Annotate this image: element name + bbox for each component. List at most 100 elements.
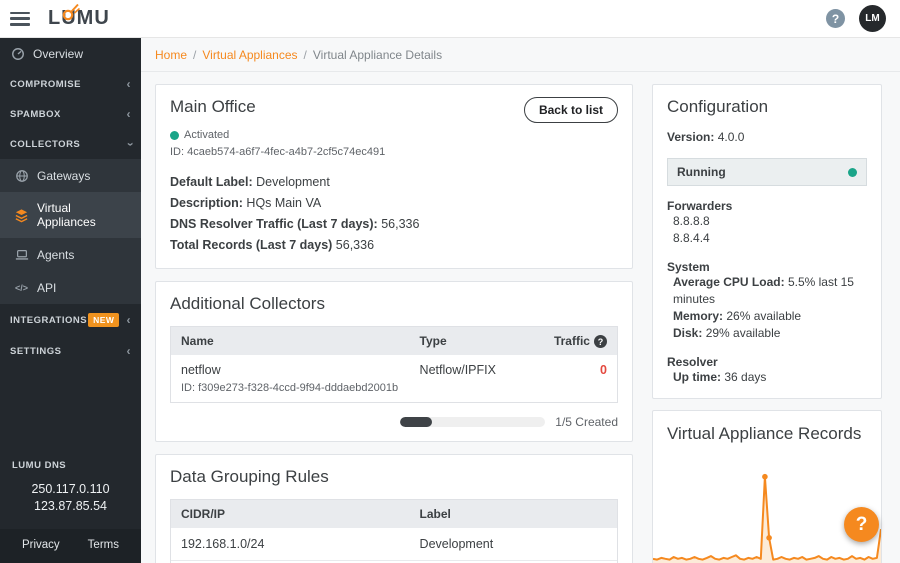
metric-label: Memory: [673,309,724,323]
field-description: Description: HQs Main VA [170,193,618,214]
chevron-left-icon: ‹ [126,77,131,91]
collector-row-netflow[interactable]: netflow ID: f309e273-f328-4ccd-9f94-ddda… [171,355,617,403]
breadcrumb-home[interactable]: Home [155,48,187,62]
column-label: Label [419,507,451,522]
forwarders-group: Forwarders 8.8.8.8 8.8.4.4 [667,199,867,247]
collector-type: Netflow/IPFIX [419,363,496,378]
sidebar-section-compromise[interactable]: COMPROMISE ‹ [0,69,141,99]
back-to-list-button[interactable]: Back to list [523,97,618,123]
system-cpu: Average CPU Load: 5.5% last 15 minutes [667,274,867,308]
forwarder-ip: 8.8.8.8 [673,214,710,228]
collectors-progress-label: 1/5 Created [555,415,618,430]
resolver-group: Resolver Up time: 36 days [667,355,867,386]
sidebar-footer: Privacy Terms [0,529,141,563]
field-dns-resolver-traffic: DNS Resolver Traffic (Last 7 days): 56,3… [170,214,618,235]
collectors-progress-bar [400,417,546,428]
chevron-down-icon: ‹ [121,141,136,147]
dns-ip-primary: 250.117.0.110 [31,482,110,496]
system-group: System Average CPU Load: 5.5% last 15 mi… [667,260,867,342]
version-value: 4.0.0 [717,130,745,144]
sidebar-section-spambox[interactable]: SPAMBOX ‹ [0,99,141,129]
sidebar-item-label: API [37,280,57,295]
resolver-title: Resolver [667,355,718,369]
field-label: Default Label: [170,175,253,189]
sidebar-section-settings[interactable]: SETTINGS ‹ [0,336,141,366]
sidebar-item-agents[interactable]: Agents [0,238,141,271]
chevron-left-icon: ‹ [126,107,131,121]
column-cidr: CIDR/IP [181,507,226,522]
traffic-help-icon[interactable]: ? [593,335,607,349]
hamburger-menu-icon[interactable] [10,11,30,26]
dns-ip-secondary: 123.87.85.54 [34,499,107,513]
collectors-submenu: Gateways Virtual Appliances Agents </> A… [0,159,141,304]
version-label: Version: [667,130,715,144]
field-total-records: Total Records (Last 7 days) 56,336 [170,235,618,256]
new-badge: NEW [88,313,120,327]
metric-value: 36 days [724,370,767,384]
field-value: 56,336 [335,238,375,252]
breadcrumb-separator: / [303,48,307,62]
appliance-id: ID: 4caeb574-a6f7-4fec-a4b7-2cf5c74ec491 [170,146,386,158]
activated-status-dot [170,130,179,140]
main-office-card: Main Office Back to list Activated ID: 4… [155,84,633,269]
sidebar-section-integrations[interactable]: INTEGRATIONS NEW ‹ [0,304,141,336]
grouping-rules-table: CIDR/IP Label 192.168.1.0/24 Development… [170,499,618,563]
sidebar-item-api[interactable]: </> API [0,271,141,304]
floating-help-button[interactable]: ? [844,507,879,542]
user-avatar[interactable]: LM [859,5,886,32]
records-chart-title: Virtual Appliance Records [667,424,862,443]
section-label: COLLECTORS [10,138,81,150]
main-content: Home / Virtual Appliances / Virtual Appl… [141,38,900,563]
records-chart-card: Virtual Appliance Records Last 7 days [652,410,882,563]
additional-collectors-title: Additional Collectors [170,294,325,313]
lumu-dns-block: LUMU DNS 250.117.0.110 123.87.85.54 [0,450,141,529]
collectors-table: Name Type Traffic? netflow ID: f309e273-… [170,326,618,404]
section-label: SETTINGS [10,345,62,357]
grouping-rule-row[interactable]: 192.168.1.0/24 Development [171,528,617,561]
additional-collectors-card: Additional Collectors Name Type Traffic?… [155,281,633,443]
collectors-table-header: Name Type Traffic? [171,327,617,356]
header-help-icon[interactable]: ? [826,9,845,28]
metric-label: Average CPU Load: [673,275,785,289]
collector-traffic: 0 [600,363,607,378]
system-title: System [667,260,710,274]
running-status-box: Running [667,158,867,186]
lumu-dns-title: LUMU DNS [12,460,67,471]
breadcrumb: Home / Virtual Appliances / Virtual Appl… [141,38,900,72]
collectors-progress-fill [400,417,433,428]
system-memory: Memory: 26% available [667,308,867,325]
running-status-dot [848,167,857,177]
breadcrumb-current: Virtual Appliance Details [312,48,443,62]
sidebar-item-gateways[interactable]: Gateways [0,159,141,192]
lumu-logo: LUMU [48,3,110,30]
column-traffic-label: Traffic [553,334,590,348]
layers-icon [14,208,29,223]
comet-icon [62,3,81,21]
field-value: HQs Main VA [246,196,322,210]
code-icon: </> [14,282,28,293]
data-grouping-rules-card: Data Grouping Rules CIDR/IP Label 192.16… [155,454,633,563]
sidebar-section-collectors[interactable]: COLLECTORS ‹ [0,129,141,159]
section-label: INTEGRATIONS [10,314,88,326]
running-status-label: Running [677,165,726,179]
column-traffic: Traffic? [543,334,607,349]
breadcrumb-separator: / [193,48,197,62]
field-value: 56,336 [381,217,420,231]
privacy-link[interactable]: Privacy [22,539,60,551]
collector-name: netflow [181,363,221,378]
configuration-card: Configuration Version: 4.0.0 Running For… [652,84,882,399]
grouping-rules-header: CIDR/IP Label [171,500,617,529]
sidebar-item-virtual-appliances[interactable]: Virtual Appliances [0,192,141,238]
terms-link[interactable]: Terms [88,539,119,551]
sidebar: Overview COMPROMISE ‹ SPAMBOX ‹ COLLECTO… [0,38,141,563]
collector-id: ID: f309e273-f328-4ccd-9f94-dddaebd2001b [181,382,399,395]
gauge-icon [10,46,25,61]
column-name: Name [181,334,214,349]
collector-name-cell: netflow ID: f309e273-f328-4ccd-9f94-ddda… [181,363,420,394]
sidebar-item-label: Agents [37,247,75,262]
sidebar-item-overview[interactable]: Overview [0,38,141,69]
field-default-label: Default Label: Development [170,172,618,193]
forwarder-ip: 8.8.4.4 [673,231,710,245]
breadcrumb-virtual-appliances[interactable]: Virtual Appliances [202,48,297,62]
chevron-left-icon: ‹ [126,344,131,358]
